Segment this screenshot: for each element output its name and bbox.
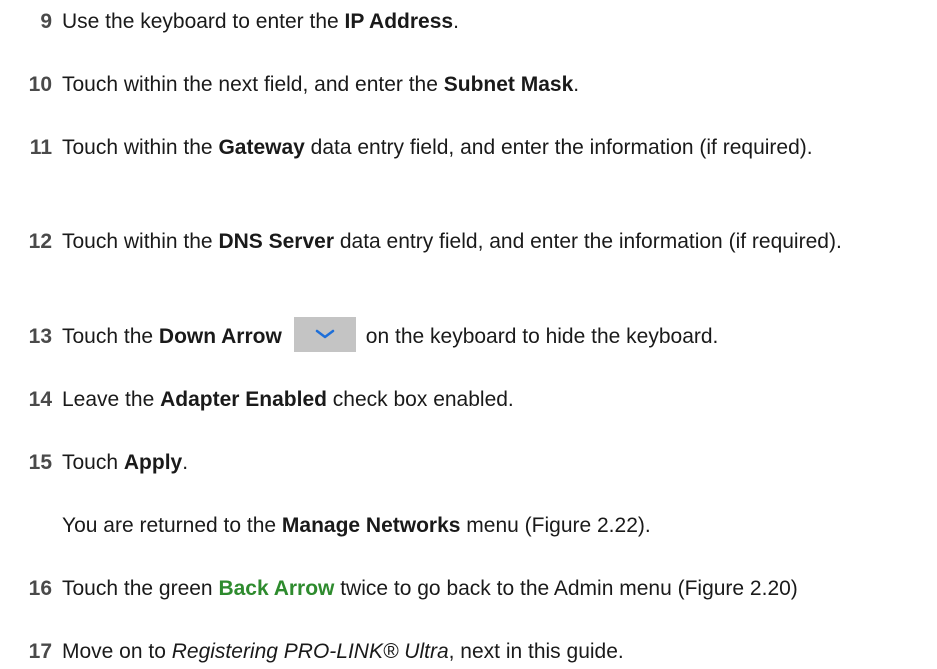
step-text-part: Touch within the next field, and enter t… xyxy=(62,73,444,96)
step-text-part: . xyxy=(453,10,459,33)
step-text: You are returned to the Manage Networks … xyxy=(62,510,922,541)
back-arrow-term: Back Arrow xyxy=(218,577,335,600)
step-text: Touch the green Back Arrow twice to go b… xyxy=(62,573,922,604)
step-text: Touch the Down Arrow on the keyboard to h… xyxy=(62,316,922,352)
step-text-part: Touch the xyxy=(62,325,159,348)
ip-address-term: IP Address xyxy=(344,10,454,33)
step-text-part: . xyxy=(182,451,189,474)
registering-pro-link-reference: Registering PRO-LINK® Ultra xyxy=(171,640,449,663)
step-text-part: Touch xyxy=(62,451,124,474)
step-number: 16 xyxy=(28,577,52,600)
step-text: Touch within the Gateway data entry fiel… xyxy=(62,132,922,163)
step-text: Touch within the next field, and enter t… xyxy=(62,69,922,100)
apply-term: Apply xyxy=(123,451,183,474)
step-text-part: You are returned to the xyxy=(62,514,282,537)
step-number: 14 xyxy=(28,388,52,411)
step-text-part: . xyxy=(573,73,580,96)
step-text: Leave the Adapter Enabled check box enab… xyxy=(62,384,922,415)
step-text-part: Move on to xyxy=(62,640,172,663)
gateway-term: Gateway xyxy=(218,136,305,159)
step-number: 17 xyxy=(28,640,52,663)
chevron-down-icon xyxy=(315,329,335,339)
dns-server-term: DNS Server xyxy=(218,230,334,253)
step-text-part: menu (Figure 2.22). xyxy=(460,514,651,537)
step-text-part: Touch within the xyxy=(62,230,219,253)
adapter-enabled-term: Adapter Enabled xyxy=(160,388,327,411)
step-text-part: check box enabled. xyxy=(326,388,514,411)
step-text-part: data entry field, and enter the informat… xyxy=(334,230,842,253)
manage-networks-term: Manage Networks xyxy=(281,514,461,537)
down-arrow-term: Down Arrow xyxy=(158,325,282,348)
step-text-part: on the keyboard to hide the keyboard. xyxy=(365,325,719,348)
step-number: 13 xyxy=(28,325,52,348)
step-text-part: twice to go back to the Admin menu (Figu… xyxy=(334,577,798,600)
step-text-part: Use the keyboard to enter the xyxy=(62,10,345,33)
step-number: 10 xyxy=(28,73,52,96)
down-arrow-key xyxy=(293,316,356,352)
step-text-part: Touch within the xyxy=(62,136,219,159)
instruction-page: 9 Use the keyboard to enter the IP Addre… xyxy=(0,0,937,669)
step-text: Use the keyboard to enter the IP Address… xyxy=(62,6,922,37)
step-text-part: Leave the xyxy=(62,388,161,411)
step-text: Touch Apply. xyxy=(62,447,922,478)
step-text-part: data entry field, and enter the informat… xyxy=(304,136,813,159)
step-number: 11 xyxy=(29,136,52,159)
step-text: Touch within the DNS Server data entry f… xyxy=(62,226,922,257)
step-text-part: Touch the green xyxy=(62,577,219,600)
step-number: 12 xyxy=(28,230,52,253)
step-text-part: , next in this guide. xyxy=(448,640,624,663)
step-text: Move on to Registering PRO-LINK® Ultra, … xyxy=(62,636,922,667)
subnet-mask-term: Subnet Mask xyxy=(443,73,574,96)
step-number: 9 xyxy=(40,10,52,33)
step-number: 15 xyxy=(28,451,52,474)
